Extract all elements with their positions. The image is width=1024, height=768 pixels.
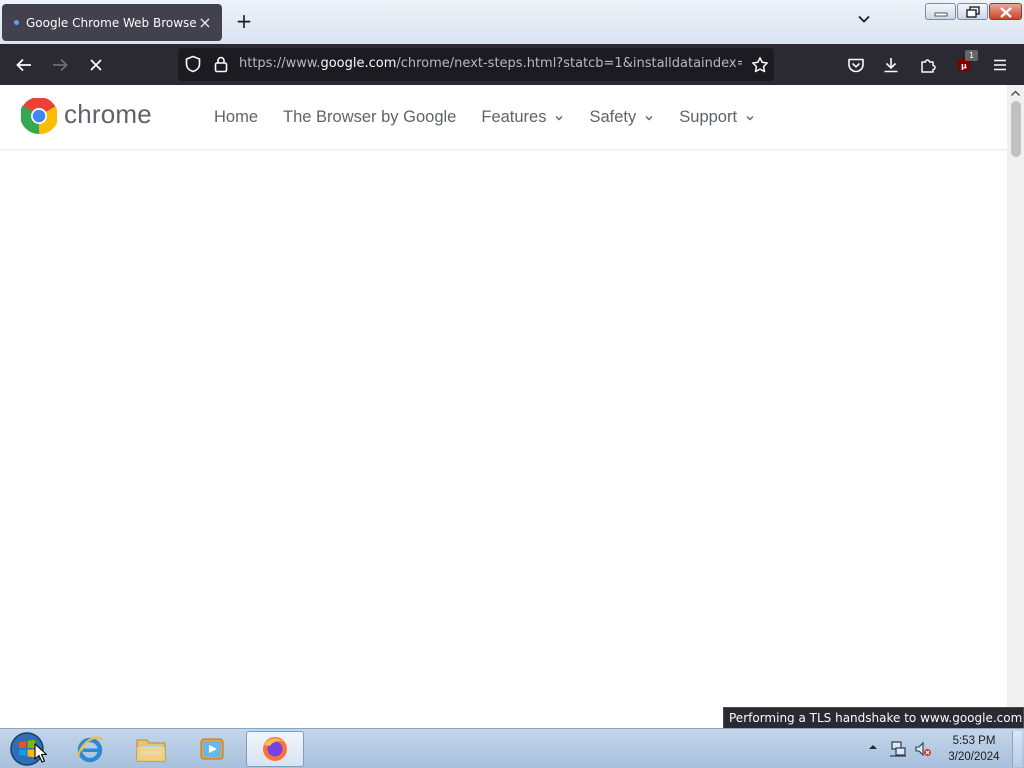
chrome-logo-icon[interactable] xyxy=(21,98,57,134)
site-header: chrome Home The Browser by Google Featur… xyxy=(0,85,1007,150)
scrollbar-thumb[interactable] xyxy=(1011,101,1021,157)
close-icon xyxy=(90,59,102,71)
hamburger-icon[interactable] xyxy=(988,53,1012,77)
window-restore-button[interactable] xyxy=(957,3,988,20)
arrow-right-icon xyxy=(53,58,68,72)
puzzle-icon[interactable] xyxy=(916,53,940,77)
taskbar: 5:53 PM 3/20/2024 xyxy=(0,728,1024,768)
volume-muted-icon[interactable] xyxy=(914,740,932,758)
page-viewport: chrome Home The Browser by Google Featur… xyxy=(0,85,1024,728)
tab-strip: Google Chrome Web Browser × + xyxy=(0,0,1024,44)
download-icon[interactable] xyxy=(879,53,903,77)
clock-date: 3/20/2024 xyxy=(948,751,1000,763)
nav-item-label: Safety xyxy=(589,108,637,126)
address-bar[interactable]: https://www.google.com/chrome/next-steps… xyxy=(178,48,774,81)
show-hidden-icons-icon[interactable] xyxy=(868,743,878,751)
svg-text:µ: µ xyxy=(961,62,967,71)
site-nav: Home The Browser by Google Features Safe… xyxy=(214,85,780,150)
url-prefix: https://www. xyxy=(239,56,321,71)
system-clock[interactable]: 5:53 PM 3/20/2024 xyxy=(940,733,1008,765)
browser-tab[interactable]: Google Chrome Web Browser × xyxy=(2,4,222,41)
bookmark-star-icon[interactable] xyxy=(748,53,772,77)
url-text[interactable]: https://www.google.com/chrome/next-steps… xyxy=(239,56,742,71)
chevron-down-icon[interactable] xyxy=(853,11,875,33)
shield-icon[interactable] xyxy=(184,55,202,77)
url-domain: google.com xyxy=(320,56,397,71)
vertical-scrollbar[interactable] xyxy=(1007,85,1024,728)
nav-item-label: The Browser by Google xyxy=(283,108,457,126)
chevron-down-icon xyxy=(555,115,563,120)
file-explorer-icon[interactable] xyxy=(124,731,178,767)
navigation-toolbar: https://www.google.com/chrome/next-steps… xyxy=(0,44,1024,85)
brand-wordmark[interactable]: chrome xyxy=(64,99,152,130)
back-button[interactable] xyxy=(12,53,36,77)
forward-button[interactable] xyxy=(48,53,72,77)
arrow-left-icon xyxy=(16,58,31,72)
url-path: /chrome/next-steps.html?statcb=1&install… xyxy=(396,56,742,71)
tab-loading-icon xyxy=(14,20,19,25)
tab-close-icon[interactable]: × xyxy=(196,14,214,31)
nav-item-the-browser-by-google[interactable]: The Browser by Google xyxy=(283,108,456,127)
mouse-pointer-icon xyxy=(34,743,48,763)
chevron-down-icon xyxy=(645,115,653,120)
show-desktop-button[interactable] xyxy=(1012,731,1022,767)
window-close-button[interactable] xyxy=(989,3,1022,20)
status-panel: Performing a TLS handshake to www.google… xyxy=(723,707,1024,729)
pocket-icon[interactable] xyxy=(844,53,868,77)
nav-item-features[interactable]: Features xyxy=(481,108,564,127)
nav-item-safety[interactable]: Safety xyxy=(589,108,654,127)
firefox-icon[interactable] xyxy=(246,731,304,767)
nav-item-label: Home xyxy=(214,108,259,126)
media-player-icon[interactable] xyxy=(185,731,239,767)
clock-time: 5:53 PM xyxy=(952,735,996,747)
nav-item-label: Support xyxy=(679,108,738,126)
network-icon[interactable] xyxy=(889,740,907,758)
nav-item-label: Features xyxy=(481,108,547,126)
new-tab-button[interactable]: + xyxy=(233,10,255,32)
lock-icon[interactable] xyxy=(212,55,230,77)
ublock-origin-icon[interactable]: µ 1 xyxy=(952,50,978,77)
chevron-down-icon xyxy=(746,115,754,120)
nav-item-support[interactable]: Support xyxy=(679,108,755,127)
stop-loading-button[interactable] xyxy=(84,53,108,77)
window-minimize-button[interactable] xyxy=(925,3,956,20)
nav-item-home[interactable]: Home xyxy=(214,108,258,127)
internet-explorer-icon[interactable] xyxy=(63,731,117,767)
scroll-up-arrow-icon[interactable] xyxy=(1009,87,1022,100)
ublock-badge: 1 xyxy=(965,50,978,61)
tab-title: Google Chrome Web Browser xyxy=(26,15,196,30)
